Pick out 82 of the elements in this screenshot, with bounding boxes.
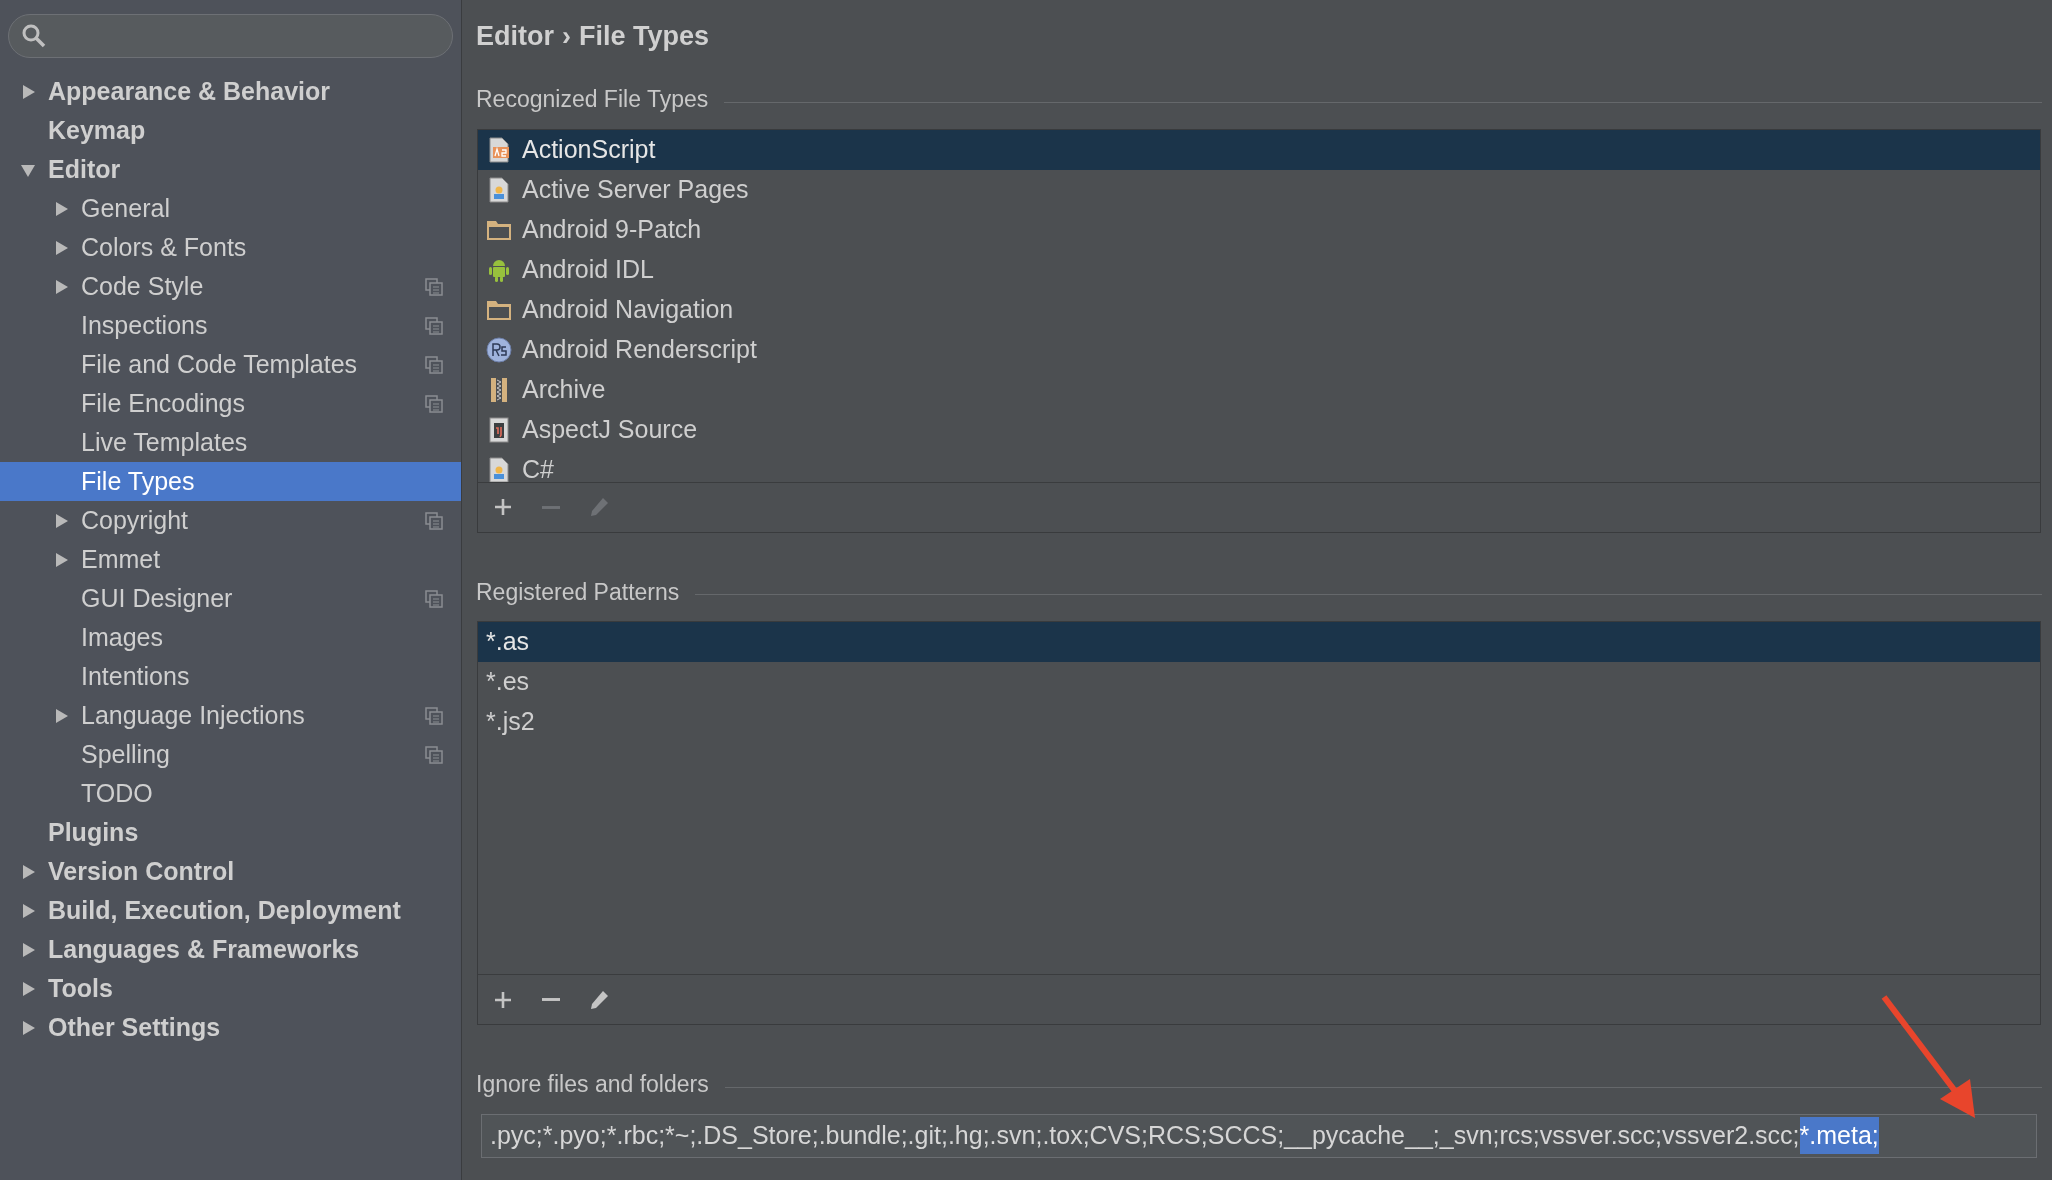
collapsed-arrow-icon[interactable] [20, 902, 36, 919]
section-heading: Registered Patterns [476, 577, 680, 607]
field-text: .pyc;*.pyo;*.rbc;*~;.DS_Store;.bundle;.git;.hg;.svn;.tox;CVS;RCS;SCCS;__pycache__;_svn;rcs;vssver.scc;vssver2.scc; [490, 1119, 1800, 1151]
settings-tree-item[interactable]: Inspections [0, 306, 461, 345]
pattern-row[interactable]: *.es [478, 662, 2040, 702]
settings-tree-item[interactable]: Keymap [0, 111, 461, 150]
copy-icon [425, 355, 443, 374]
collapsed-arrow-icon[interactable] [20, 83, 36, 100]
settings-tree-item[interactable]: Copyright [0, 501, 461, 540]
selected-text: *.meta; [1799, 1116, 1879, 1155]
collapsed-arrow-icon[interactable] [53, 239, 69, 256]
folder-icon [486, 298, 512, 321]
settings-tree-item[interactable]: Build, Execution, Deployment [0, 891, 461, 930]
breadcrumb-separator: › [562, 19, 571, 53]
settings-tree-item[interactable]: Live Templates [0, 423, 461, 462]
pattern-row[interactable]: *.as [478, 622, 2040, 662]
ignore-field[interactable]: .pyc;*.pyo;*.rbc;*~;.DS_Store;.bundle;.git;.hg;.svn;.tox;CVS;RCS;SCCS;__pycache__;_svn;rcs;vssver.scc;vssver2.scc;*.meta; [481, 1113, 2037, 1158]
page-title: File Types [579, 19, 710, 53]
file-icon [487, 416, 511, 443]
settings-tree-item[interactable]: Tools [0, 969, 461, 1008]
file-type-row[interactable]: C# [478, 449, 2040, 482]
copy-icon [425, 277, 443, 296]
pattern-row[interactable]: *.js2 [478, 702, 2040, 742]
minus-icon [542, 998, 560, 1001]
settings-tree-item[interactable]: General [0, 189, 461, 228]
settings-tree-item[interactable]: Language Injections [0, 696, 461, 735]
copy-icon [425, 511, 443, 530]
circle-badge-icon [486, 336, 512, 363]
search-field[interactable] [8, 14, 453, 58]
copy-icon [425, 589, 443, 608]
copy-icon [425, 394, 443, 413]
copy-icon [425, 745, 443, 764]
file-icon [487, 176, 511, 203]
section-heading: Ignore files and folders [476, 1070, 709, 1099]
settings-tree-item[interactable]: Images [0, 618, 461, 657]
file-icon [487, 456, 511, 482]
settings-tree-item[interactable]: Editor [0, 150, 461, 189]
collapsed-arrow-icon[interactable] [53, 278, 69, 295]
file-type-row[interactable]: Archive [478, 369, 2040, 410]
copy-icon [425, 706, 443, 725]
file-type-row[interactable]: ActionScript [478, 129, 2040, 170]
section-heading: Recognized File Types [476, 85, 709, 114]
breadcrumb-link[interactable]: Editor [476, 15, 554, 57]
file-type-row[interactable]: Android 9-Patch [478, 209, 2040, 250]
archive-icon [488, 376, 510, 403]
plus-icon [493, 497, 513, 517]
file-type-row[interactable]: Android IDL [478, 249, 2040, 290]
settings-tree-item[interactable]: Version Control [0, 852, 461, 891]
pencil-icon [588, 988, 610, 1011]
folder-icon [486, 218, 512, 241]
file-type-row[interactable]: Android Renderscript [478, 329, 2040, 370]
settings-tree-item[interactable]: File Encodings [0, 384, 461, 423]
settings-tree-item[interactable]: Emmet [0, 540, 461, 579]
settings-tree-item[interactable]: Appearance & Behavior [0, 72, 461, 111]
settings-tree-item[interactable]: File and Code Templates [0, 345, 461, 384]
file-icon [487, 136, 511, 163]
collapsed-arrow-icon[interactable] [20, 1019, 36, 1036]
file-type-row[interactable]: AspectJ Source [478, 409, 2040, 450]
settings-tree-item[interactable]: Colors & Fonts [0, 228, 461, 267]
settings-tree-item[interactable]: Languages & Frameworks [0, 930, 461, 969]
settings-tree-item[interactable]: File Types [0, 462, 461, 501]
settings-tree-item[interactable]: Other Settings [0, 1008, 461, 1047]
settings-tree-item[interactable]: Code Style [0, 267, 461, 306]
settings-tree-item[interactable]: GUI Designer [0, 579, 461, 618]
settings-tree-item[interactable]: Intentions [0, 657, 461, 696]
collapsed-arrow-icon[interactable] [20, 863, 36, 880]
search-icon [21, 23, 47, 49]
collapsed-arrow-icon[interactable] [53, 200, 69, 217]
collapsed-arrow-icon[interactable] [53, 551, 69, 568]
pencil-icon [588, 496, 610, 518]
copy-icon [425, 316, 443, 335]
collapsed-arrow-icon[interactable] [53, 512, 69, 529]
minus-icon [542, 505, 560, 509]
plus-icon [493, 989, 513, 1010]
settings-tree-item[interactable]: Spelling [0, 735, 461, 774]
settings-tree-item[interactable]: Plugins [0, 813, 461, 852]
collapsed-arrow-icon[interactable] [20, 980, 36, 997]
collapsed-arrow-icon[interactable] [20, 941, 36, 958]
file-type-row[interactable]: Android Navigation [478, 289, 2040, 330]
settings-tree-item[interactable]: TODO [0, 774, 461, 813]
collapsed-arrow-icon[interactable] [53, 707, 69, 724]
file-type-row[interactable]: Active Server Pages [478, 169, 2040, 210]
